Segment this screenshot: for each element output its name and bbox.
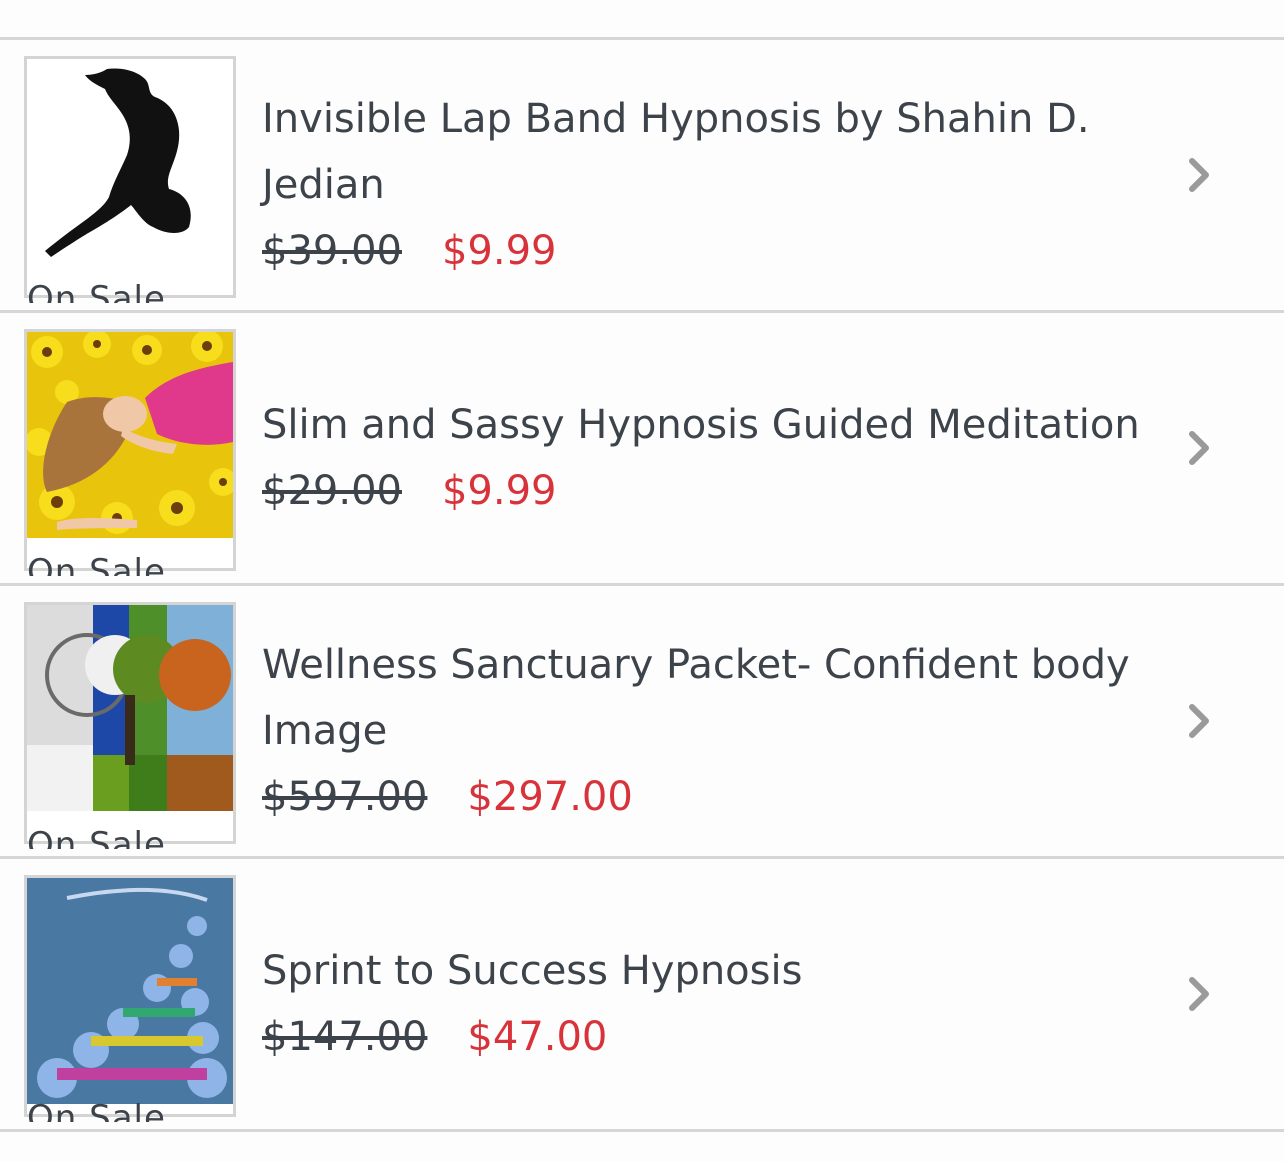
sale-price: $9.99 xyxy=(441,228,557,274)
product-row[interactable]: On Sale Invisible Lap Band Hypnosis by S… xyxy=(0,40,1284,313)
product-info: Wellness Sanctuary Packet- Confident bod… xyxy=(262,632,1142,830)
product-thumbnail[interactable] xyxy=(24,56,236,298)
chevron-right-icon[interactable] xyxy=(1186,428,1214,468)
product-thumbnail[interactable] xyxy=(24,602,236,844)
sale-price: $9.99 xyxy=(441,468,557,514)
on-sale-tag: On Sale xyxy=(27,279,166,303)
product-title[interactable]: Wellness Sanctuary Packet- Confident bod… xyxy=(262,632,1142,764)
price-line: $147.00 $47.00 xyxy=(262,1004,1142,1070)
product-title[interactable]: Invisible Lap Band Hypnosis by Shahin D.… xyxy=(262,86,1142,218)
product-info: Slim and Sassy Hypnosis Guided Meditatio… xyxy=(262,392,1142,524)
original-price: $29.00 xyxy=(262,468,402,514)
product-row[interactable]: On Sale Sprint to Success Hypnosis $147.… xyxy=(0,859,1284,1132)
price-line: $39.00 $9.99 xyxy=(262,218,1142,284)
chevron-right-icon[interactable] xyxy=(1186,155,1214,195)
four-seasons-tree-image xyxy=(27,605,233,841)
product-title[interactable]: Slim and Sassy Hypnosis Guided Meditatio… xyxy=(262,392,1142,458)
sale-price: $297.00 xyxy=(467,774,633,820)
product-thumbnail[interactable] xyxy=(24,875,236,1117)
original-price: $597.00 xyxy=(262,774,428,820)
on-sale-tag: On Sale xyxy=(27,1098,166,1122)
sale-price: $47.00 xyxy=(467,1014,608,1060)
price-line: $597.00 $297.00 xyxy=(262,764,1142,830)
product-thumbnail[interactable] xyxy=(24,329,236,571)
on-sale-tag: On Sale xyxy=(27,825,166,849)
chevron-right-icon[interactable] xyxy=(1186,701,1214,741)
dna-helix-image xyxy=(27,878,233,1114)
original-price: $39.00 xyxy=(262,228,402,274)
product-info: Sprint to Success Hypnosis $147.00 $47.00 xyxy=(262,938,1142,1070)
dancer-silhouette-image xyxy=(27,59,233,295)
on-sale-tag: On Sale xyxy=(27,552,166,576)
product-title[interactable]: Sprint to Success Hypnosis xyxy=(262,938,1142,1004)
price-line: $29.00 $9.99 xyxy=(262,458,1142,524)
original-price: $147.00 xyxy=(262,1014,428,1060)
product-row[interactable]: On Sale Wellness Sanctuary Packet- Confi… xyxy=(0,586,1284,859)
woman-in-sunflowers-image xyxy=(27,332,233,568)
product-row[interactable]: On Sale Slim and Sassy Hypnosis Guided M… xyxy=(0,313,1284,586)
product-list: On Sale Invisible Lap Band Hypnosis by S… xyxy=(0,37,1284,1132)
chevron-right-icon[interactable] xyxy=(1186,974,1214,1014)
product-info: Invisible Lap Band Hypnosis by Shahin D.… xyxy=(262,86,1142,284)
